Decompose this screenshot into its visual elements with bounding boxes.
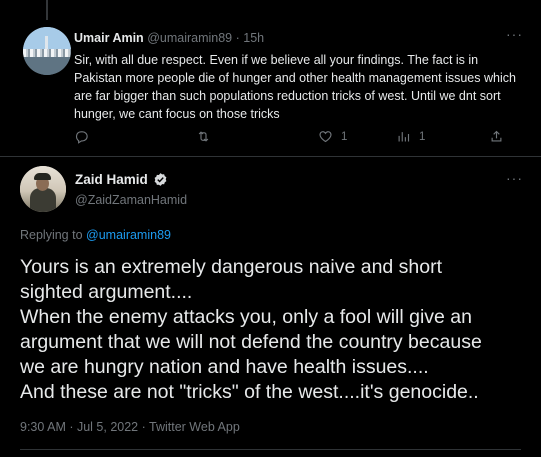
divider [20, 449, 521, 450]
replying-to: Replying to @umairamin89 [20, 228, 171, 242]
tweet-actions: 1 1 [74, 129, 534, 147]
retweet-button[interactable] [196, 129, 219, 144]
retweet-icon [198, 131, 209, 142]
avatar-body [30, 188, 56, 212]
replying-mention-link[interactable]: @umairamin89 [86, 228, 171, 242]
author-name[interactable]: Zaid Hamid [75, 172, 148, 187]
tweet-header: Umair Amin @umairamin89 · 15h [74, 31, 264, 45]
author-handle[interactable]: @ZaidZamanHamid [75, 193, 187, 207]
avatar-cap [34, 173, 51, 180]
tweet-text: Sir, with all due respect. Even if we be… [74, 53, 516, 121]
reply-tweet[interactable]: Umair Amin @umairamin89 · 15h ··· Sir, w… [0, 20, 541, 157]
tweet-text-line: Yours is an extremely dangerous naive an… [20, 256, 443, 278]
avatar[interactable] [20, 166, 66, 212]
verified-badge-icon [154, 173, 167, 186]
tweet-text-line: sighted argument.... [20, 281, 193, 303]
share-button[interactable] [489, 129, 512, 144]
previous-tweet-actions-cutoff [0, 0, 541, 6]
header-separator: · [235, 31, 240, 45]
reply-icon [75, 131, 88, 144]
avatar-water [23, 57, 71, 75]
author-handle[interactable]: @umairamin89 [147, 31, 232, 45]
tweet-text-line: When the enemy attacks you, only a fool … [20, 306, 472, 328]
avatar[interactable] [23, 27, 71, 75]
share-icon [491, 130, 502, 142]
bar-chart-icon [398, 132, 410, 142]
tweet-thread-page: Umair Amin @umairamin89 · 15h ··· Sir, w… [0, 0, 541, 457]
author-name[interactable]: Umair Amin [74, 31, 144, 45]
views-count: 1 [419, 130, 426, 143]
tweet-timestamp[interactable]: 9:30 AM · Jul 5, 2022 · Twitter Web App [20, 420, 240, 434]
ellipsis-icon[interactable]: ··· [506, 170, 523, 186]
heart-icon [319, 131, 332, 143]
author-name-row: Zaid Hamid [75, 172, 168, 187]
replying-prefix: Replying to [20, 228, 83, 242]
views-button[interactable]: 1 [396, 129, 425, 144]
reply-button[interactable] [74, 129, 97, 144]
main-tweet: Zaid Hamid @ZaidZamanHamid ··· Replying … [0, 158, 541, 457]
tweet-text: Yours is an extremely dangerous naive an… [20, 255, 535, 405]
like-button[interactable]: 1 [318, 129, 347, 144]
tweet-time[interactable]: 15h [243, 31, 264, 45]
avatar-skyline [23, 49, 71, 57]
ellipsis-icon[interactable]: ··· [506, 26, 523, 42]
tweet-text-line: argument that we will not defend the cou… [20, 331, 482, 353]
like-count: 1 [341, 130, 348, 143]
tweet-text-line: we are hungry nation and have health iss… [20, 356, 429, 378]
thread-connector-line [46, 0, 48, 20]
tweet-text-line: And these are not "tricks" of the west..… [20, 381, 479, 403]
